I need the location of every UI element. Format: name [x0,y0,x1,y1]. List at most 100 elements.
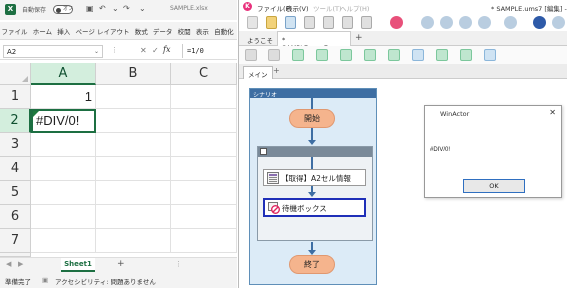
undo-dropdown-icon[interactable]: ⌄ [112,4,119,13]
cell[interactable] [31,181,96,205]
start-node[interactable]: 開始 [289,109,335,128]
cell-a2[interactable]: #DIV/0! [31,109,96,133]
cell[interactable] [171,229,237,253]
script-tool-icon[interactable] [460,49,472,61]
sheet-tab-sheet1[interactable]: Sheet1 [61,258,95,272]
accessibility-status[interactable]: アクセシビリティ: 問題ありません [55,276,156,286]
cell[interactable] [96,181,171,205]
ribbon-tab[interactable]: ファイル [0,22,29,39]
cell-b1[interactable] [96,85,171,109]
action-node-wait-box[interactable]: 待機ボックス [263,198,366,217]
stop-icon[interactable] [552,16,565,29]
close-icon[interactable]: ✕ [549,108,556,117]
jump-tool-icon[interactable] [436,49,448,61]
copy-icon[interactable] [323,16,334,29]
cell[interactable] [31,133,96,157]
ribbon-tab[interactable]: ホーム [31,22,53,39]
save-icon[interactable]: ▣ [86,4,94,13]
tab-welcome[interactable]: ようこそ [243,31,277,46]
row-header-3[interactable]: 3 [0,133,31,157]
branch-tool-icon[interactable] [340,49,352,61]
group-tool-icon[interactable] [316,49,328,61]
action-node-get-cell[interactable]: 【取得】A2セル情報 [263,169,366,186]
menu-view[interactable]: 表示(V) [286,3,309,13]
cell-c2[interactable] [171,109,237,133]
scroll-right-icon[interactable]: ▶ [18,260,23,268]
subroutine-tool-icon[interactable] [388,49,400,61]
pause-icon[interactable] [533,16,546,29]
row-header-7[interactable]: 7 [0,229,31,253]
row-header-2[interactable]: 2 [0,109,31,133]
row-header-1[interactable]: 1 [0,85,31,109]
end-node[interactable]: 終了 [289,255,335,274]
comment-tool-icon[interactable] [484,49,496,61]
row-header-5[interactable]: 5 [0,181,31,205]
column-header-b[interactable]: B [96,63,171,85]
open-folder-icon[interactable] [266,16,277,29]
row-header-6[interactable]: 6 [0,205,31,229]
paste-special-icon[interactable] [361,16,372,29]
cell[interactable] [31,205,96,229]
redo-icon[interactable]: ↷ [123,4,130,13]
browser-icon[interactable] [440,16,453,29]
macro-record-icon[interactable]: ▣ [42,276,48,284]
preview-icon[interactable] [478,16,491,29]
cell-a1[interactable]: 1 [31,85,96,109]
ribbon-tab[interactable]: 数式 [133,22,149,39]
add-sheet-icon[interactable]: + [117,259,125,269]
loop-tool-icon[interactable] [364,49,376,61]
cell[interactable] [96,157,171,181]
insert-function-icon[interactable]: fx [163,45,170,54]
zoom-out-icon[interactable] [268,49,280,61]
run-icon[interactable] [504,16,517,29]
add-tab-icon[interactable]: + [355,33,363,43]
zoom-in-icon[interactable] [245,49,257,61]
ribbon-tab[interactable]: ページ レイアウト [74,22,131,39]
node-tool-icon[interactable] [292,49,304,61]
cut-icon[interactable] [304,16,315,29]
chevron-down-icon[interactable]: ⌄ [94,48,99,55]
ribbon-tab[interactable]: データ [151,22,174,39]
scroll-left-icon[interactable]: ◀ [6,260,11,268]
customize-qa-icon[interactable]: ⌄ [139,4,146,13]
cancel-icon[interactable]: ✕ [140,46,147,55]
ribbon-tab[interactable]: 自動化 [213,22,236,39]
delete-icon[interactable] [390,16,403,29]
enter-icon[interactable]: ✓ [152,46,159,55]
ribbon-tab[interactable]: 表示 [194,22,210,39]
tab-sample[interactable]: * SAMPLE.ums7× [277,31,351,52]
tab-main[interactable]: メイン [243,66,273,79]
group-checkbox[interactable] [260,148,267,155]
target-icon[interactable] [459,16,472,29]
new-icon[interactable] [247,16,258,29]
name-box[interactable]: A2 ⌄ [3,45,103,58]
undo-icon[interactable]: ↶ [99,4,106,13]
cell-c1[interactable] [171,85,237,109]
cell[interactable] [171,133,237,157]
save-icon[interactable] [285,16,296,29]
paste-icon[interactable] [342,16,353,29]
formula-input[interactable]: =1/0 [182,44,236,58]
group-node[interactable]: 【取得】A2セル情報 待機ボックス [257,146,373,241]
row-header-4[interactable]: 4 [0,157,31,181]
cell[interactable] [171,205,237,229]
ok-button[interactable]: OK [463,179,525,193]
cell[interactable] [31,229,96,253]
menu-help[interactable]: ヘルプ(H) [340,3,369,13]
column-header-a[interactable]: A [31,63,96,85]
cell[interactable] [96,133,171,157]
cell[interactable] [31,157,96,181]
cell[interactable] [96,229,171,253]
select-all-button[interactable] [0,63,31,85]
cell-b2[interactable] [96,109,171,133]
menu-tools[interactable]: ツール(T) [313,3,342,13]
column-header-c[interactable]: C [171,63,237,85]
record-icon[interactable] [421,16,434,29]
cell[interactable] [96,205,171,229]
cell[interactable] [171,157,237,181]
add-subtab-icon[interactable]: + [273,66,280,75]
ribbon-tab[interactable]: 校閲 [176,22,192,39]
exception-tool-icon[interactable] [412,49,424,61]
cell[interactable] [171,181,237,205]
ribbon-tab[interactable]: 挿入 [56,22,72,39]
